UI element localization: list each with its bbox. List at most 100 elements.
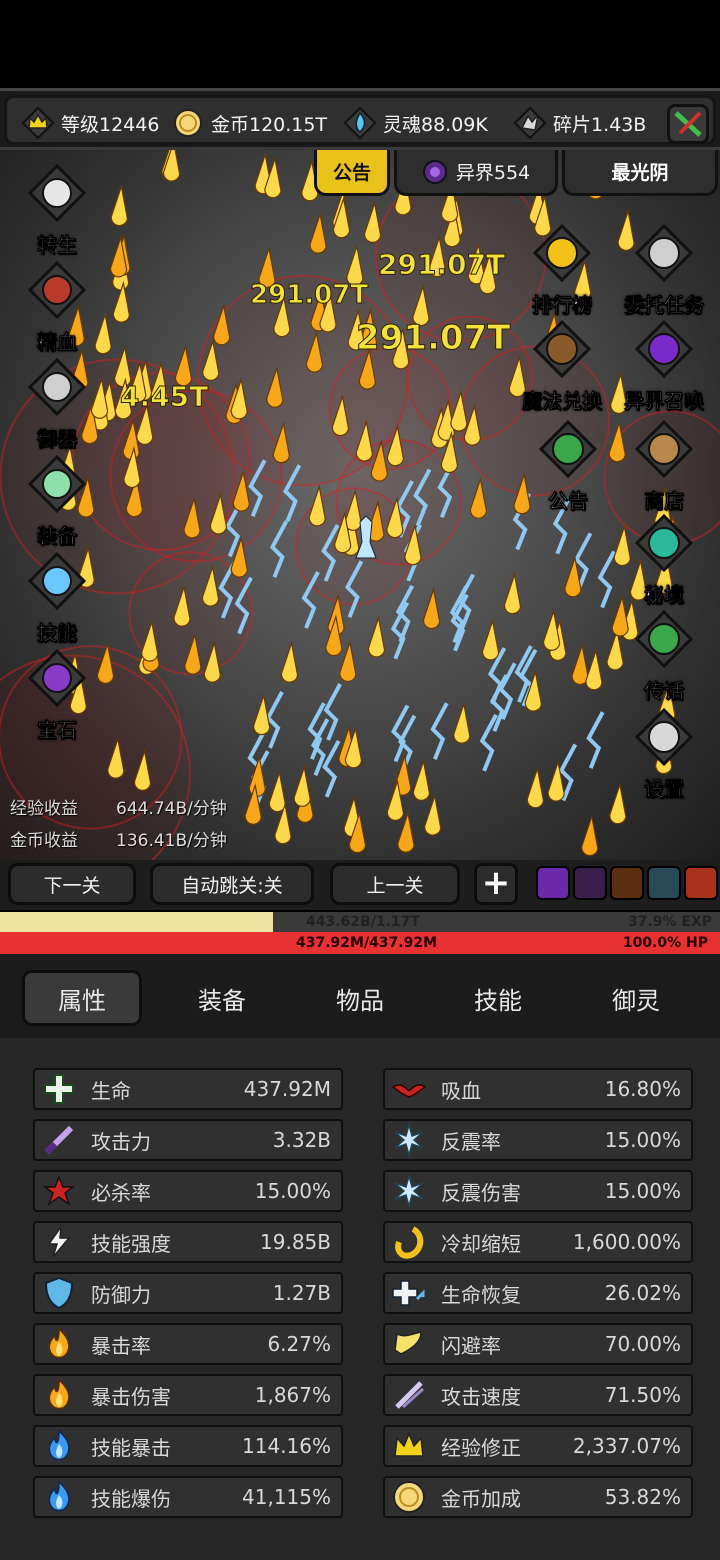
- attribute-row[interactable]: 技能暴击 114.16%: [33, 1425, 343, 1467]
- attribute-value: 1.27B: [272, 1281, 331, 1305]
- tab-equipment[interactable]: 装备: [162, 970, 282, 1026]
- lightning-streak: [597, 550, 616, 609]
- buff-ice-icon[interactable]: [647, 866, 681, 900]
- attribute-name: 吸血: [441, 1078, 481, 1103]
- tab-items[interactable]: 物品: [300, 970, 420, 1026]
- menu-artifact-button[interactable]: 御器: [14, 357, 100, 452]
- attribute-row[interactable]: 技能强度 19.85B: [33, 1221, 343, 1263]
- fireball: [163, 150, 181, 182]
- lightning-streak: [430, 702, 449, 760]
- leaderboard-icon: [532, 223, 592, 283]
- attribute-value: 70.00%: [604, 1332, 681, 1356]
- gold-income-stat: 金币收益 136.41B/分钟: [10, 831, 227, 851]
- auto-skip-button[interactable]: 自动跳关:关: [150, 863, 314, 905]
- status-bar-area: [0, 0, 720, 88]
- attribute-row[interactable]: 吸血 16.80%: [383, 1068, 693, 1110]
- attribute-name: 攻击速度: [441, 1384, 521, 1409]
- buff-fire-icon[interactable]: [684, 866, 718, 900]
- quick-menu-button[interactable]: [667, 104, 709, 144]
- crossed-tools-icon: [674, 111, 702, 137]
- add-button[interactable]: +: [474, 863, 518, 905]
- attribute-row[interactable]: 金币加成 53.82%: [383, 1476, 693, 1518]
- attribute-row[interactable]: 冷却缩短 1,600.00%: [383, 1221, 693, 1263]
- resource-gold: 金币120.15T: [171, 106, 327, 140]
- fireball: [367, 615, 386, 658]
- attribute-row[interactable]: 技能爆伤 41,115%: [33, 1476, 343, 1518]
- attribute-value: 2,337.07%: [572, 1434, 681, 1458]
- menu-commission-button[interactable]: 委托任务: [616, 223, 712, 318]
- buff-purple-blade-icon[interactable]: [536, 866, 570, 900]
- attribute-name: 暴击伤害: [91, 1384, 171, 1409]
- menu-equipment-button[interactable]: 装备: [14, 454, 100, 549]
- equipment-icon: [27, 454, 87, 514]
- bat-icon: [391, 1071, 427, 1107]
- damage-number: 4.45T: [119, 380, 209, 414]
- next-level-button[interactable]: 下一关: [8, 863, 136, 905]
- attribute-value: 26.02%: [604, 1281, 681, 1305]
- gold-coin-icon: [174, 109, 202, 137]
- menu-message-button[interactable]: 传话: [616, 609, 712, 704]
- fireball: [268, 770, 287, 813]
- menu-announcement-button[interactable]: 公告: [520, 419, 616, 514]
- lightning-streak: [323, 683, 342, 741]
- attribute-value: 19.85B: [260, 1230, 331, 1254]
- buff-bronze-icon[interactable]: [610, 866, 644, 900]
- attribute-row[interactable]: 生命 437.92M: [33, 1068, 343, 1110]
- fireball: [412, 758, 431, 801]
- menu-skills-button[interactable]: 技能: [14, 551, 100, 646]
- attribute-row[interactable]: 反震伤害 15.00%: [383, 1170, 693, 1212]
- fireball: [110, 184, 128, 227]
- lightning-streak: [322, 739, 341, 798]
- attribute-row[interactable]: 必杀率 15.00%: [33, 1170, 343, 1212]
- attribute-row[interactable]: 反震率 15.00%: [383, 1119, 693, 1161]
- menu-essence-button[interactable]: 精血: [14, 260, 100, 355]
- damage-number: 291.07T: [355, 318, 511, 359]
- lightning-streak: [265, 691, 284, 749]
- notice-tab[interactable]: 公告: [314, 150, 390, 196]
- menu-otherworld-summon-button[interactable]: 异界召唤: [616, 319, 712, 414]
- menu-shop-button[interactable]: 商店: [616, 419, 712, 514]
- attribute-row[interactable]: 防御力 1.27B: [33, 1272, 343, 1314]
- tab-spirits[interactable]: 御灵: [576, 970, 696, 1026]
- attribute-name: 反震伤害: [441, 1180, 521, 1205]
- menu-secret-realm-button[interactable]: 秘境: [616, 513, 712, 608]
- bottom-tabs: 属性 装备 物品 技能 御灵: [0, 954, 720, 1038]
- attribute-row[interactable]: 暴击伤害 1,867%: [33, 1374, 343, 1416]
- level-nav-row: 下一关 自动跳关:关 上一关 +: [0, 860, 720, 910]
- prev-level-button[interactable]: 上一关: [330, 863, 460, 905]
- health-cross-icon: [41, 1071, 77, 1107]
- regen-icon: [391, 1275, 427, 1311]
- player-name-tab[interactable]: 最光阴: [562, 150, 718, 196]
- attribute-value: 53.82%: [604, 1485, 681, 1509]
- attribute-row[interactable]: 攻击力 3.32B: [33, 1119, 343, 1161]
- attribute-value: 41,115%: [242, 1485, 331, 1509]
- attribute-name: 必杀率: [91, 1180, 151, 1205]
- sword-icon: [41, 1122, 77, 1158]
- menu-magic-exchange-button[interactable]: 魔法兑换: [514, 319, 610, 414]
- fireball: [280, 640, 299, 683]
- fragment-shard-icon: [513, 106, 547, 140]
- buff-dark-orb-icon[interactable]: [573, 866, 607, 900]
- attribute-value: 1,600.00%: [572, 1230, 681, 1254]
- attribute-value: 15.00%: [254, 1179, 331, 1203]
- crown-level-icon: [21, 106, 55, 140]
- attribute-name: 金币加成: [441, 1486, 521, 1511]
- attribute-name: 防御力: [91, 1282, 151, 1307]
- menu-gems-button[interactable]: 宝石: [14, 648, 100, 743]
- hp-value: 437.92M/437.92M: [296, 935, 438, 951]
- exp-income-stat: 经验收益 644.74B/分钟: [10, 799, 227, 819]
- attribute-row[interactable]: 经验修正 2,337.07%: [383, 1425, 693, 1467]
- fireball: [309, 211, 327, 254]
- tab-attributes[interactable]: 属性: [22, 970, 142, 1026]
- tab-skills[interactable]: 技能: [438, 970, 558, 1026]
- menu-rebirth-button[interactable]: 转生: [14, 163, 100, 258]
- otherworld-tab[interactable]: 异界554: [394, 150, 558, 196]
- attribute-row[interactable]: 生命恢复 26.02%: [383, 1272, 693, 1314]
- attribute-row[interactable]: 闪避率 70.00%: [383, 1323, 693, 1365]
- attribute-name: 攻击力: [91, 1129, 151, 1154]
- menu-leaderboard-button[interactable]: 排行榜: [514, 223, 610, 318]
- fireball: [543, 608, 561, 651]
- attribute-row[interactable]: 暴击率 6.27%: [33, 1323, 343, 1365]
- attribute-row[interactable]: 攻击速度 71.50%: [383, 1374, 693, 1416]
- menu-settings-button[interactable]: 设置: [616, 707, 712, 802]
